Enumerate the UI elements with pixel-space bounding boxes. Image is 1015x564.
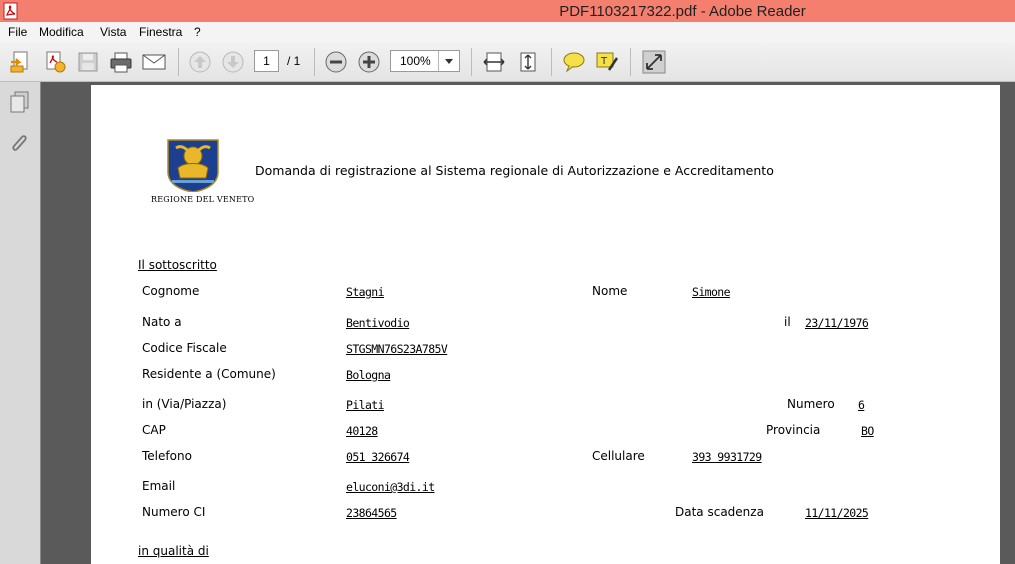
zoom-in-icon[interactable] bbox=[356, 49, 382, 75]
toolbar-separator bbox=[630, 48, 631, 76]
full-screen-icon[interactable] bbox=[641, 49, 667, 75]
value-email: eluconi@3di.it bbox=[346, 480, 435, 494]
navigation-sidebar bbox=[0, 82, 41, 564]
menu-bar: File Modifica Vista Finestra ? bbox=[0, 22, 1015, 42]
toolbar: T bbox=[0, 42, 1015, 82]
value-via: Pilati bbox=[346, 398, 385, 412]
value-numero: 6 bbox=[858, 398, 865, 412]
document-title: Domanda di registrazione al Sistema regi… bbox=[255, 163, 774, 178]
value-codice-fiscale: STGSMN76S23A785V bbox=[346, 342, 448, 356]
toolbar-separator bbox=[314, 48, 315, 76]
pages-panel-icon[interactable] bbox=[8, 90, 32, 118]
label-numero: Numero bbox=[787, 397, 835, 411]
next-page-icon[interactable] bbox=[220, 49, 246, 75]
save-icon[interactable] bbox=[75, 49, 101, 75]
label-nato-a: Nato a bbox=[142, 315, 182, 329]
menu-modifica[interactable]: Modifica bbox=[39, 25, 84, 39]
label-telefono: Telefono bbox=[142, 449, 192, 463]
page-total: / 1 bbox=[287, 54, 301, 68]
menu-finestra[interactable]: Finestra bbox=[139, 25, 182, 39]
label-codice-fiscale: Codice Fiscale bbox=[142, 341, 227, 355]
zoom-out-icon[interactable] bbox=[323, 49, 349, 75]
previous-page-icon[interactable] bbox=[187, 49, 213, 75]
highlight-text-icon[interactable]: T bbox=[594, 49, 620, 75]
zoom-value: 100% bbox=[400, 54, 431, 68]
chevron-down-icon[interactable] bbox=[438, 51, 459, 71]
page-number-input[interactable]: 1 bbox=[254, 50, 279, 72]
attachments-paperclip-icon[interactable] bbox=[8, 132, 32, 160]
label-numero-ci: Numero CI bbox=[142, 505, 206, 519]
email-icon[interactable] bbox=[141, 49, 167, 75]
menu-file[interactable]: File bbox=[8, 25, 27, 39]
value-cap: 40128 bbox=[346, 424, 378, 438]
toolbar-separator bbox=[471, 48, 472, 76]
value-numero-ci: 23864565 bbox=[346, 506, 397, 520]
label-via: in (Via/Piazza) bbox=[142, 397, 227, 411]
value-data-nascita: 23/11/1976 bbox=[805, 316, 869, 330]
section-in-qualita-di: in qualità di bbox=[138, 544, 209, 558]
value-cognome: Stagni bbox=[346, 285, 385, 299]
print-icon[interactable] bbox=[108, 49, 134, 75]
toolbar-separator bbox=[551, 48, 552, 76]
label-provincia: Provincia bbox=[766, 423, 821, 437]
logo-caption: REGIONE DEL VENETO bbox=[151, 195, 255, 204]
label-il: il bbox=[784, 315, 791, 329]
value-residente: Bologna bbox=[346, 368, 391, 382]
toolbar-separator bbox=[178, 48, 179, 76]
title-bar: PDF1103217322.pdf - Adobe Reader bbox=[0, 0, 1015, 22]
label-nome: Nome bbox=[592, 284, 628, 298]
value-provincia: BO bbox=[861, 424, 874, 438]
section-il-sottoscritto: Il sottoscritto bbox=[138, 258, 217, 272]
window-title: PDF1103217322.pdf - Adobe Reader bbox=[559, 3, 806, 20]
label-cap: CAP bbox=[142, 423, 166, 437]
comment-icon[interactable] bbox=[561, 49, 587, 75]
svg-text:T: T bbox=[600, 56, 608, 67]
fit-page-icon[interactable] bbox=[515, 49, 541, 75]
value-nato-a: Bentivodio bbox=[346, 316, 410, 330]
zoom-select[interactable]: 100% bbox=[390, 50, 460, 72]
label-email: Email bbox=[142, 479, 176, 493]
label-cellulare: Cellulare bbox=[592, 449, 645, 463]
fit-width-icon[interactable] bbox=[481, 49, 507, 75]
label-residente: Residente a (Comune) bbox=[142, 367, 276, 381]
value-telefono: 051 326674 bbox=[346, 450, 410, 464]
regione-veneto-logo bbox=[166, 138, 220, 193]
value-nome: Simone bbox=[692, 285, 731, 299]
open-file-icon[interactable] bbox=[8, 49, 34, 75]
create-pdf-icon[interactable] bbox=[42, 49, 68, 75]
menu-help[interactable]: ? bbox=[194, 25, 201, 39]
label-cognome: Cognome bbox=[142, 284, 200, 298]
menu-vista[interactable]: Vista bbox=[100, 25, 126, 39]
value-data-scadenza: 11/11/2025 bbox=[805, 506, 869, 520]
label-data-scadenza: Data scadenza bbox=[675, 505, 764, 519]
value-cellulare: 393 9931729 bbox=[692, 450, 762, 464]
